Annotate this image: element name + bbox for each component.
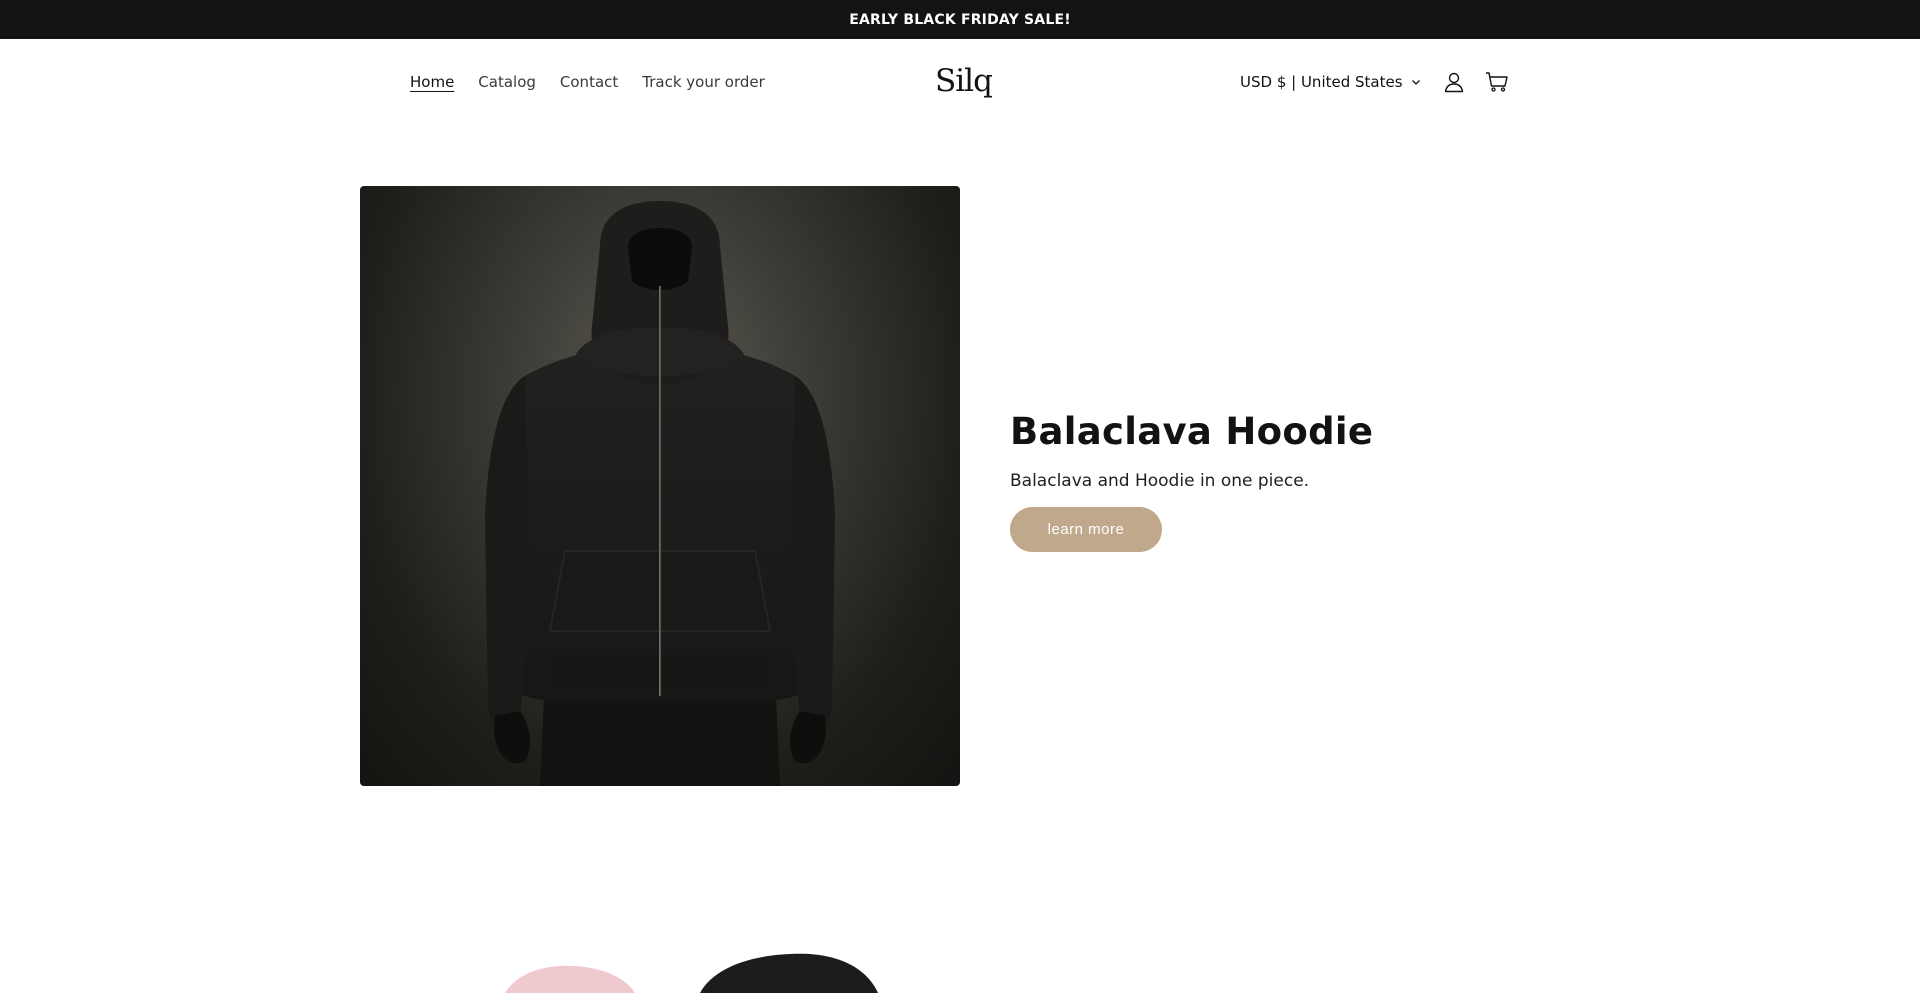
currency-country-selector[interactable]: USD $ | United States — [1240, 73, 1421, 91]
nav-link-home[interactable]: Home — [410, 73, 454, 91]
learn-more-button[interactable]: learn more — [1010, 507, 1162, 552]
main-nav: Home Catalog Contact Track your order — [410, 39, 765, 125]
header-actions: USD $ | United States — [1240, 39, 1519, 125]
hero-subtitle: Balaclava and Hoodie in one piece. — [1010, 471, 1310, 491]
nav-link-contact[interactable]: Contact — [560, 73, 618, 91]
nav-link-catalog[interactable]: Catalog — [478, 73, 536, 91]
announcement-bar: EARLY BLACK FRIDAY SALE! — [0, 0, 1920, 39]
store-logo[interactable]: Silq — [935, 63, 993, 99]
account-icon[interactable] — [1433, 61, 1476, 104]
hero-content: Balaclava Hoodie Balaclava and Hoodie in… — [1010, 410, 1530, 552]
next-section-preview — [0, 940, 1920, 993]
currency-country-label: USD $ | United States — [1240, 73, 1403, 91]
nav-link-track-order[interactable]: Track your order — [642, 73, 765, 91]
next-section-product-images — [505, 953, 878, 993]
announcement-text: EARLY BLACK FRIDAY SALE! — [849, 11, 1071, 28]
chevron-down-icon — [1411, 73, 1421, 91]
site-header: Home Catalog Contact Track your order Si… — [0, 39, 1920, 125]
hero-product-image — [360, 186, 960, 786]
cart-icon[interactable] — [1476, 61, 1519, 104]
hero-title: Balaclava Hoodie — [1010, 410, 1374, 453]
hoodie-figure-illustration — [485, 201, 835, 786]
